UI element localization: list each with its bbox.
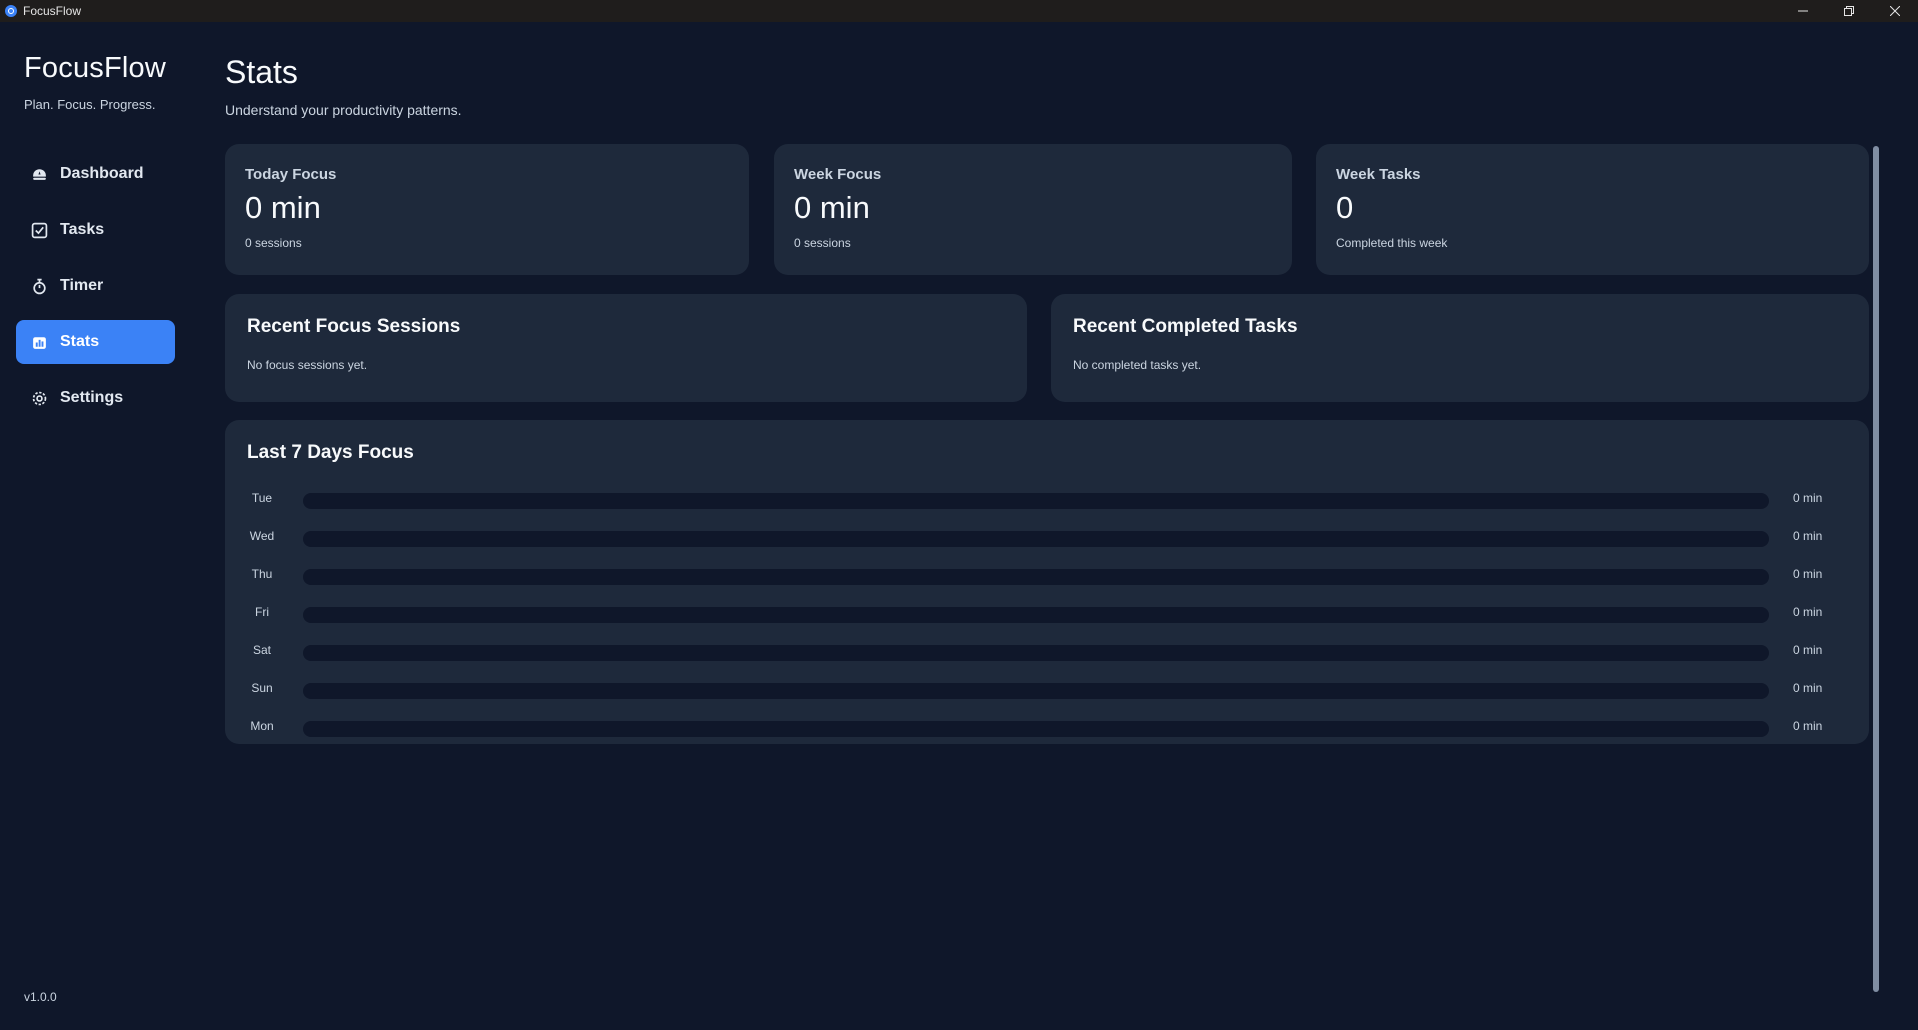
window-title: FocusFlow [23,4,82,18]
day-label: Thu [251,567,273,581]
close-icon [1890,6,1900,16]
day-bar-row: Mon 0 min [225,714,1869,752]
day-bar-row: Fri 0 min [225,600,1869,638]
day-value: 0 min [1793,681,1823,695]
sidebar-item-settings[interactable]: Settings [16,376,175,420]
sidebar-item-timer[interactable]: Timer [16,264,175,308]
sidebar-item-label: Timer [60,277,104,294]
day-label: Sun [251,681,273,695]
stat-value: 0 min [245,190,321,225]
day-bar-track [303,683,1769,699]
day-bar-track [303,531,1769,547]
sidebar-nav: Dashboard Tasks Timer Stats Settings [16,152,175,432]
day-label: Tue [251,491,273,505]
sidebar: FocusFlow Plan. Focus. Progress. Dashboa… [0,22,200,1030]
day-bar-row: Sun 0 min [225,676,1869,714]
day-value: 0 min [1793,605,1823,619]
main-content: Stats Understand your productivity patte… [225,22,1875,1030]
empty-state-text: No focus sessions yet. [247,358,368,372]
dashboard-icon [30,165,48,183]
day-label: Wed [249,529,275,543]
sidebar-item-label: Dashboard [60,165,144,182]
day-bar-track [303,569,1769,585]
day-bar-track [303,721,1769,737]
chart-icon [30,333,48,351]
stat-subtext: 0 sessions [794,236,851,250]
window-controls [1780,0,1918,22]
app-tagline: Plan. Focus. Progress. [24,97,156,112]
checkbox-icon [30,221,48,239]
stat-label: Week Focus [794,166,882,183]
app-version: v1.0.0 [24,990,57,1004]
day-bar-row: Thu 0 min [225,562,1869,600]
stat-label: Today Focus [245,166,337,183]
day-bar-track [303,645,1769,661]
last-7-days-panel: Last 7 Days Focus Tue 0 min Wed 0 min Thu 0 m… [225,420,1869,744]
day-value: 0 min [1793,643,1823,657]
app-brand: FocusFlow [24,52,166,84]
stat-subtext: 0 sessions [245,236,302,250]
sidebar-item-label: Tasks [60,221,105,238]
gear-icon [30,389,48,407]
minimize-button[interactable] [1780,0,1826,22]
stat-label: Week Tasks [1336,166,1421,183]
day-label: Mon [250,719,274,733]
empty-state-text: No completed tasks yet. [1073,358,1202,372]
day-bar-list: Tue 0 min Wed 0 min Thu 0 min Fri 0 min Sat 0 min… [225,486,1869,752]
stat-card-week-focus: Week Focus 0 min 0 sessions [774,144,1292,275]
stat-card-today-focus: Today Focus 0 min 0 sessions [225,144,749,275]
day-value: 0 min [1793,719,1823,733]
stat-subtext: Completed this week [1336,236,1448,250]
day-bar-row: Tue 0 min [225,486,1869,524]
day-label: Fri [255,605,269,619]
stat-card-week-tasks: Week Tasks 0 Completed this week [1316,144,1869,275]
panel-title: Last 7 Days Focus [247,442,414,463]
day-bar-row: Sat 0 min [225,638,1869,676]
stat-value: 0 min [794,190,870,225]
recent-focus-sessions-panel: Recent Focus Sessions No focus sessions … [225,294,1027,402]
sidebar-item-dashboard[interactable]: Dashboard [16,152,175,196]
window-titlebar: FocusFlow [0,0,1918,22]
vertical-scrollbar[interactable] [1873,146,1879,992]
app-logo-icon [5,5,17,17]
sidebar-item-stats[interactable]: Stats [16,320,175,364]
stopwatch-icon [30,277,48,295]
panel-title: Recent Completed Tasks [1073,316,1298,337]
recent-completed-tasks-panel: Recent Completed Tasks No completed task… [1051,294,1869,402]
day-label: Sat [252,643,271,657]
sidebar-item-label: Stats [60,333,100,350]
restore-icon [1844,6,1854,16]
close-button[interactable] [1872,0,1918,22]
stat-value: 0 [1336,190,1354,225]
day-value: 0 min [1793,529,1823,543]
day-value: 0 min [1793,491,1823,505]
day-bar-track [303,493,1769,509]
page-subtitle: Understand your productivity patterns. [225,102,462,118]
day-value: 0 min [1793,567,1823,581]
restore-button[interactable] [1826,0,1872,22]
sidebar-item-tasks[interactable]: Tasks [16,208,175,252]
day-bar-track [303,607,1769,623]
minimize-icon [1798,10,1808,12]
day-bar-row: Wed 0 min [225,524,1869,562]
page-title: Stats [225,54,298,90]
panel-title: Recent Focus Sessions [247,316,461,337]
sidebar-item-label: Settings [60,389,124,406]
